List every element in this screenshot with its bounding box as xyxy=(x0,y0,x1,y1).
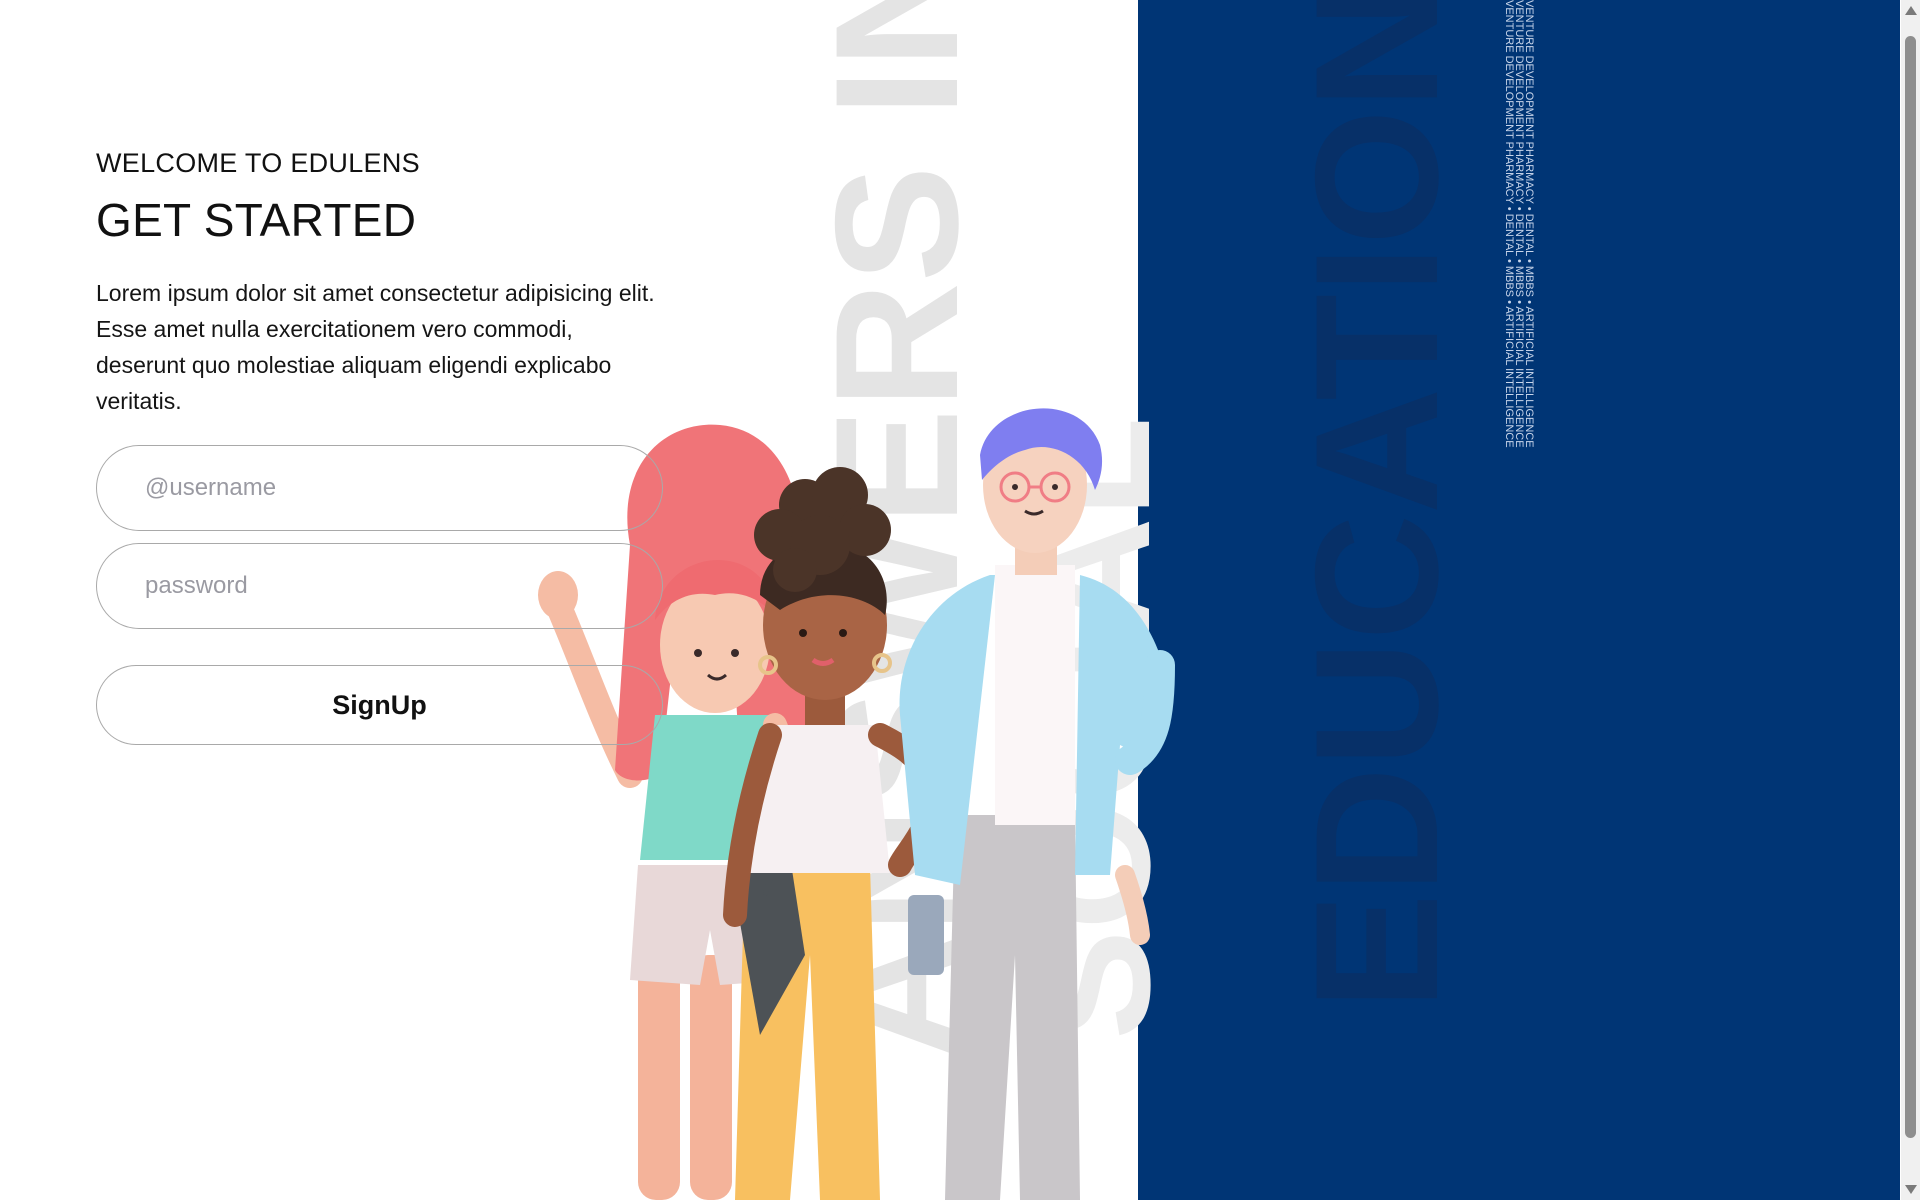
welcome-heading: WELCOME TO EDULENS xyxy=(96,148,420,178)
scroll-thumb[interactable] xyxy=(1905,36,1916,1138)
page-title: GET STARTED xyxy=(96,194,417,246)
signup-form: WELCOME TO EDULENS GET STARTED Lorem ips… xyxy=(96,140,666,745)
username-input[interactable] xyxy=(96,445,663,531)
ticker-text-3: VENTURE DEVELOPMENT PHARMACY • DENTAL • … xyxy=(1523,0,1535,448)
password-input[interactable] xyxy=(96,543,663,629)
scroll-up-arrow-icon[interactable] xyxy=(1905,6,1917,15)
scroll-down-arrow-icon[interactable] xyxy=(1905,1185,1917,1194)
boy-blue-hair xyxy=(899,408,1175,1200)
signup-button[interactable]: SignUp xyxy=(96,665,663,745)
vertical-scrollbar[interactable] xyxy=(1901,0,1920,1200)
description-text: Lorem ipsum dolor sit amet consectetur a… xyxy=(96,280,655,414)
